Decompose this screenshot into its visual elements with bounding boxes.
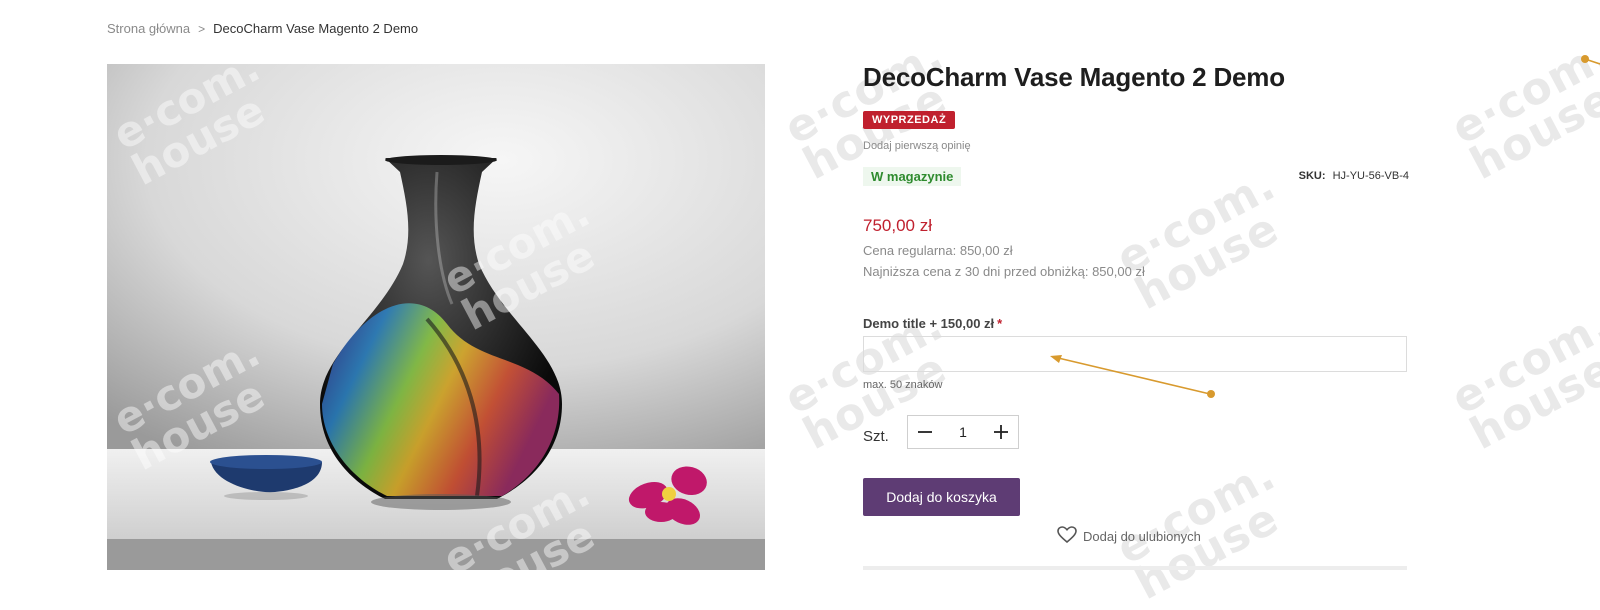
stock-status: W magazynie <box>863 167 962 186</box>
add-review-link[interactable]: Dodaj pierwszą opinię <box>863 140 971 152</box>
quantity-stepper: 1 <box>907 415 1019 449</box>
annotation-dot <box>1581 55 1589 63</box>
custom-option-input[interactable] <box>863 336 1407 372</box>
product-image[interactable]: e·com. house e·com. house e·com. house e·co… <box>107 64 765 570</box>
breadcrumb-separator: > <box>198 21 206 36</box>
minus-icon[interactable] <box>908 416 942 448</box>
annotation-arrow-line <box>1584 58 1600 65</box>
divider <box>863 566 1407 570</box>
add-to-cart-button[interactable]: Dodaj do koszyka <box>863 478 1020 516</box>
sku-label: SKU: <box>1298 170 1326 182</box>
watermark: e·com. house <box>1443 299 1600 460</box>
sale-badge: WYPRZEDAŻ <box>863 111 956 129</box>
annotation-dot <box>1207 390 1215 398</box>
custom-option-hint: max. 50 znaków <box>863 379 943 391</box>
add-to-wishlist-link[interactable]: Dodaj do ulubionych <box>1057 526 1201 547</box>
product-title: DecoCharm Vase Magento 2 Demo <box>863 62 1285 92</box>
breadcrumb-current: DecoCharm Vase Magento 2 Demo <box>213 21 419 36</box>
regular-price: Cena regularna: 850,00 zł <box>863 243 1013 258</box>
custom-option-label-text: Demo title + 150,00 zł <box>863 316 995 331</box>
required-mark: * <box>997 316 1003 331</box>
heart-icon <box>1057 526 1077 547</box>
watermark: e·com. house <box>1108 159 1288 320</box>
breadcrumb: Strona główna > DecoCharm Vase Magento 2… <box>107 21 418 36</box>
quantity-value[interactable]: 1 <box>959 424 967 440</box>
quantity-label: Szt. <box>863 428 889 445</box>
custom-option-label: Demo title + 150,00 zł * <box>863 316 1002 331</box>
plus-icon[interactable] <box>984 416 1018 448</box>
breadcrumb-home-link[interactable]: Strona główna <box>107 21 190 36</box>
watermark: e·com. house <box>776 29 956 190</box>
sku: SKU: HJ-YU-56-VB-4 <box>1299 170 1409 182</box>
watermark: e·com. house <box>1443 29 1600 190</box>
final-price: 750,00 zł <box>863 216 932 235</box>
sku-value: HJ-YU-56-VB-4 <box>1332 170 1409 182</box>
wishlist-label: Dodaj do ulubionych <box>1083 529 1201 544</box>
lowest-price-30-days: Najniższa cena z 30 dni przed obniżką: 8… <box>863 264 1145 279</box>
